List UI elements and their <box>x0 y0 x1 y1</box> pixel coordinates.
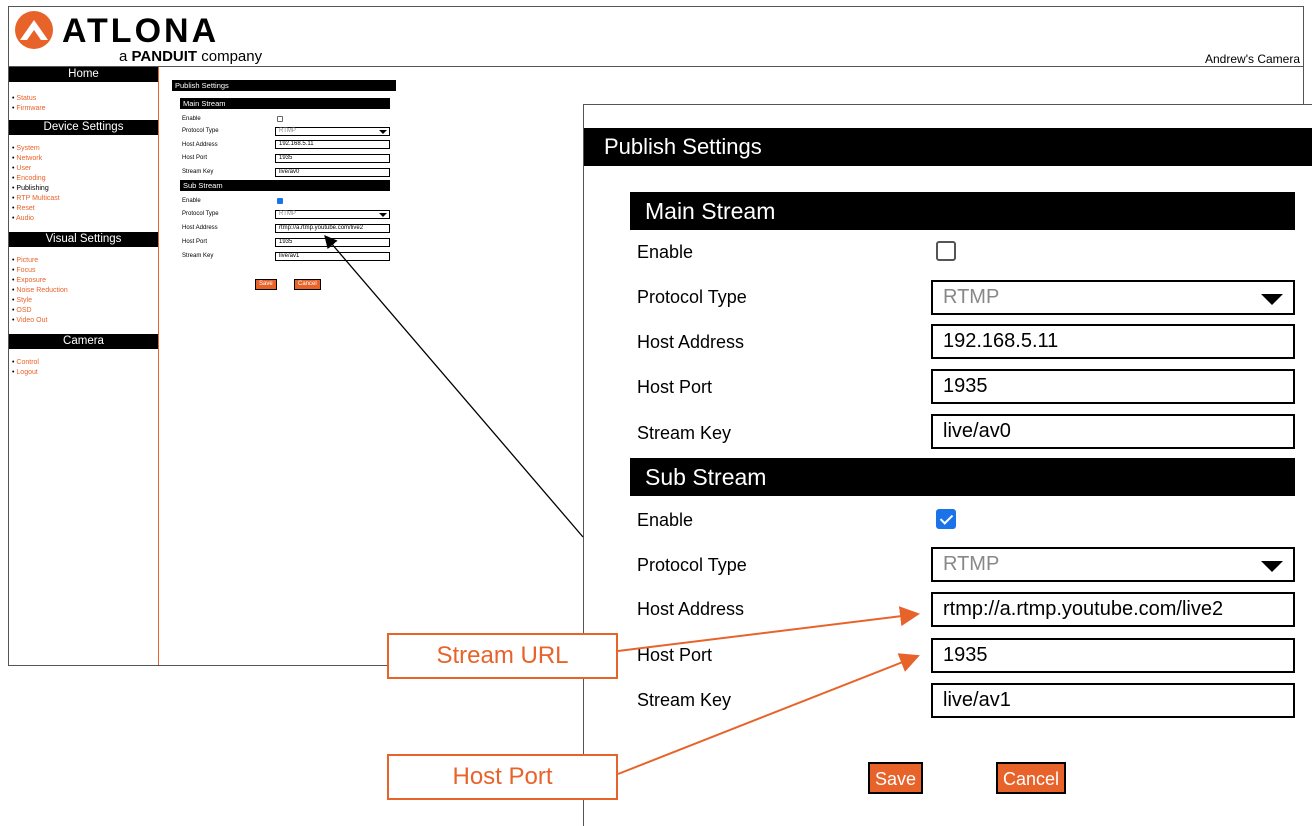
stream-url-arrow <box>617 606 920 652</box>
annotation-arrows <box>324 235 920 775</box>
zoom-pointer-arrow <box>324 235 584 538</box>
host-port-arrow <box>617 653 920 775</box>
